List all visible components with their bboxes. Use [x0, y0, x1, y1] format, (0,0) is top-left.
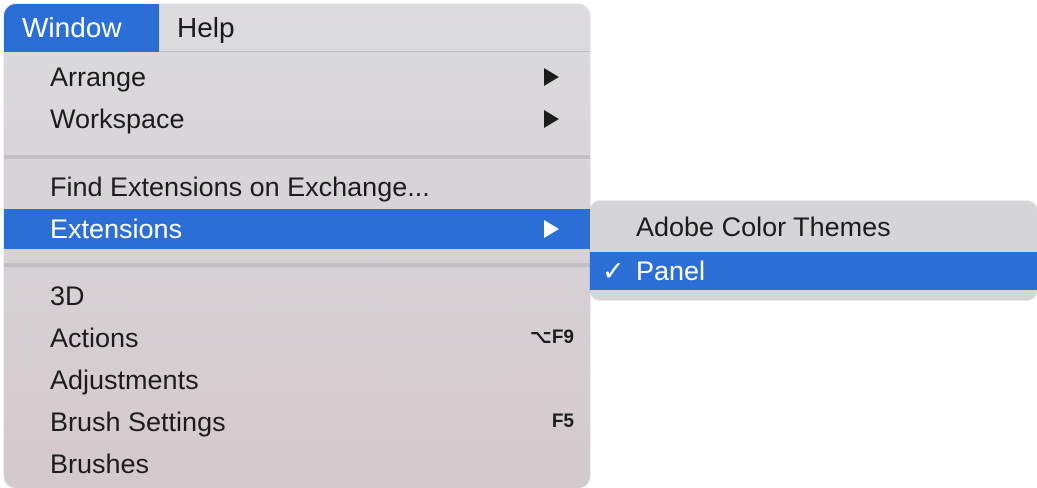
menu-item-label: Brushes: [50, 449, 150, 479]
menu-item-label: Extensions: [50, 214, 183, 244]
extensions-submenu: Adobe Color Themes ✓ Panel: [590, 201, 1037, 300]
menu-item-label: Brush Settings: [50, 407, 226, 437]
menubar-item-help[interactable]: Help: [159, 4, 249, 52]
submenu-item-adobe-color-themes[interactable]: Adobe Color Themes: [590, 208, 1037, 246]
menu-item-label: Adjustments: [50, 365, 199, 395]
checkmark-icon: ✓: [602, 256, 625, 286]
menubar-item-help-label: Help: [177, 12, 235, 43]
menu-item-brushes[interactable]: Brushes: [4, 444, 590, 484]
menu-item-actions[interactable]: Actions ⌥F9: [4, 318, 590, 358]
menu-item-workspace[interactable]: Workspace: [4, 99, 590, 139]
menu-item-brush-settings[interactable]: Brush Settings F5: [4, 402, 590, 442]
menu-separator: [4, 263, 590, 267]
menu-item-label: Workspace: [50, 104, 185, 134]
submenu-arrow-icon: [544, 110, 559, 128]
menu-item-shortcut: F5: [551, 411, 574, 432]
menu-item-label: 3D: [50, 281, 85, 311]
menu-item-extensions[interactable]: Extensions: [4, 209, 590, 249]
menubar-item-window-label: Window: [22, 12, 122, 43]
menu-item-find-extensions[interactable]: Find Extensions on Exchange...: [4, 167, 590, 207]
menu-item-adjustments[interactable]: Adjustments: [4, 360, 590, 400]
menubar-item-window[interactable]: Window: [4, 4, 159, 52]
menu-item-shortcut: ⌥F9: [529, 327, 574, 348]
submenu-arrow-icon: [544, 68, 559, 86]
menu-item-arrange[interactable]: Arrange: [4, 57, 590, 97]
submenu-item-panel[interactable]: ✓ Panel: [590, 252, 1037, 290]
menu-separator: [4, 155, 590, 159]
submenu-item-label: Adobe Color Themes: [636, 212, 891, 242]
screen: Window Help Arrange Workspace Find Exten…: [0, 0, 1037, 488]
menubar: Window Help: [4, 4, 590, 52]
menu-item-label: Arrange: [50, 62, 147, 92]
menu-item-label: Actions: [50, 323, 139, 353]
submenu-item-label: Panel: [636, 256, 706, 286]
submenu-arrow-icon: [544, 220, 559, 238]
menu-item-3d[interactable]: 3D: [4, 276, 590, 316]
menu-item-label: Find Extensions on Exchange...: [50, 172, 430, 202]
window-menu-panel: Window Help Arrange Workspace Find Exten…: [4, 4, 590, 488]
